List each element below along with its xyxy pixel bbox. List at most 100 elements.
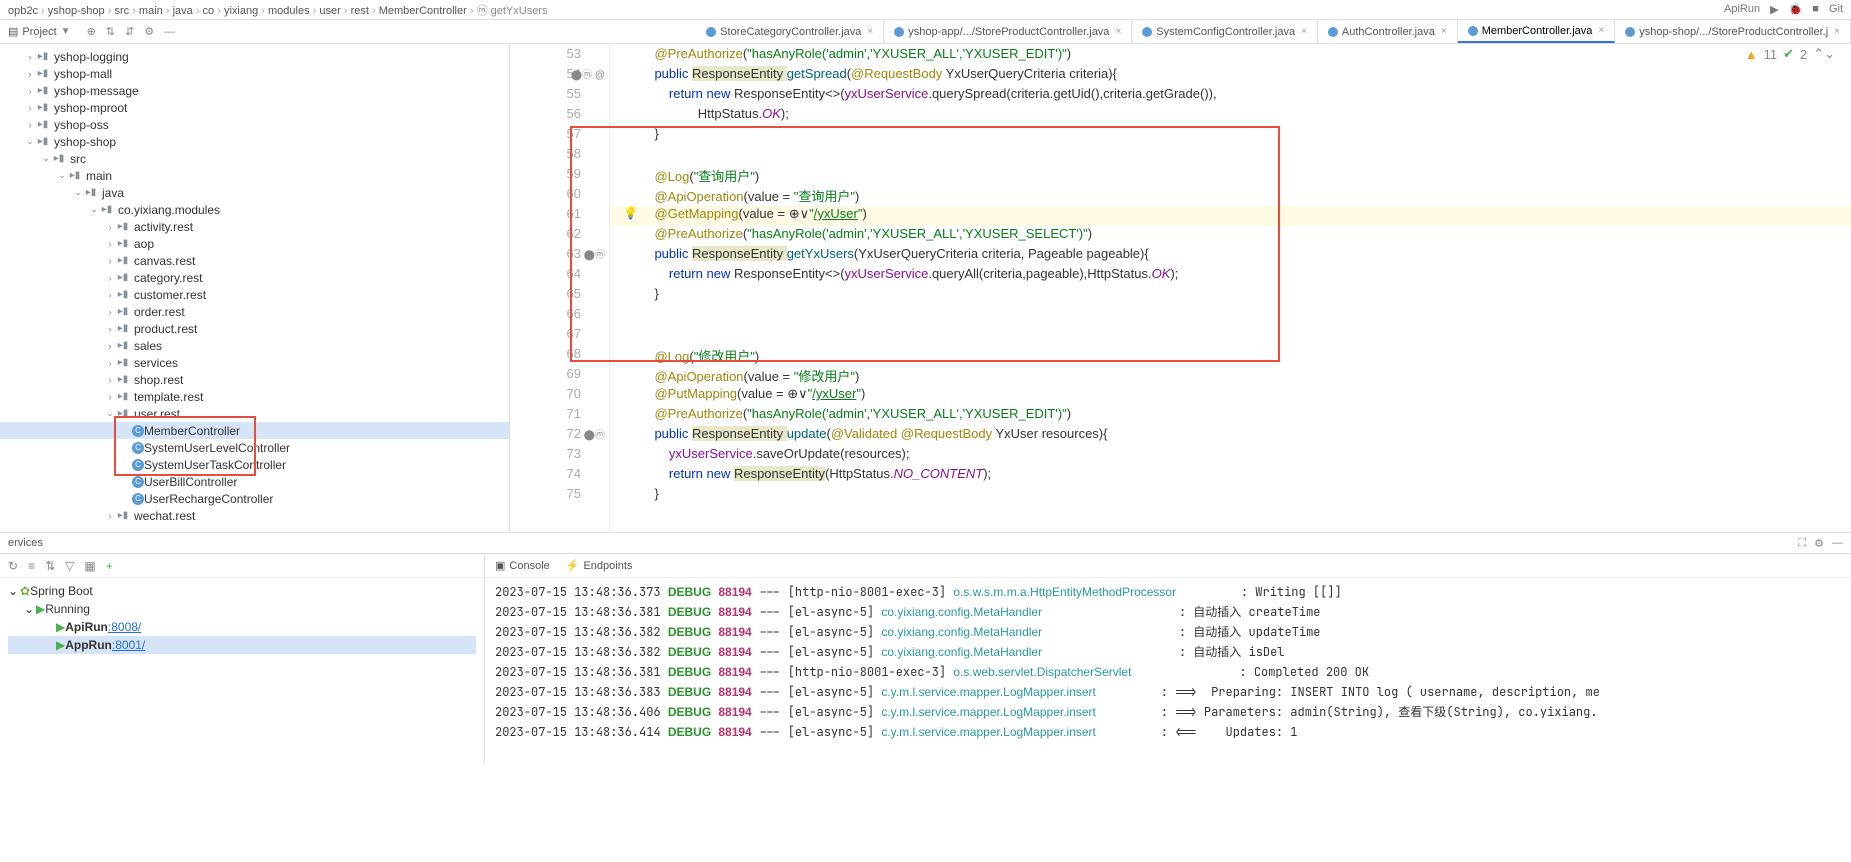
expand-icon[interactable]: › <box>104 222 116 232</box>
tree-item[interactable]: ›▸▮sales <box>0 337 509 354</box>
breadcrumb-item[interactable]: MemberController <box>379 5 467 17</box>
code-line[interactable]: @PreAuthorize("hasAnyRole('admin','YXUSE… <box>610 406 1851 426</box>
expand-icon[interactable]: ⌄ <box>24 136 36 147</box>
expand-icon[interactable]: › <box>104 290 116 300</box>
gutter-line[interactable]: 69 <box>510 366 609 386</box>
tree-item[interactable]: ⌄▸▮main <box>0 167 509 184</box>
expand-icon[interactable]: ⌄ <box>88 204 100 215</box>
play-icon[interactable]: ▶ <box>1770 3 1778 16</box>
code-line[interactable]: yxUserService.saveOrUpdate(resources); <box>610 446 1851 466</box>
tree-item[interactable]: ⌄▸▮java <box>0 184 509 201</box>
expand-icon[interactable]: › <box>24 120 36 130</box>
expand-icon[interactable]: ⌄ <box>56 170 68 181</box>
minimize-icon[interactable]: — <box>1832 537 1843 550</box>
tree-item[interactable]: ›▸▮yshop-oss <box>0 116 509 133</box>
gutter-line[interactable]: 67 <box>510 326 609 346</box>
gear-icon[interactable]: ⚙ <box>1814 537 1824 550</box>
gutter-line[interactable]: 61 <box>510 206 609 226</box>
gutter-line[interactable]: 54⬤ⓜ @ <box>510 66 609 86</box>
tree-item[interactable]: ⌄▸▮yshop-shop <box>0 133 509 150</box>
running-node[interactable]: ⌄▶ Running <box>8 600 476 618</box>
chevron-icon[interactable]: ⌃⌄ <box>1813 46 1835 62</box>
close-icon[interactable]: × <box>1301 26 1307 37</box>
code-line[interactable]: } <box>610 126 1851 146</box>
expand-icon[interactable]: › <box>104 307 116 317</box>
layout-icon[interactable]: ≡ <box>28 559 35 573</box>
rerun-icon[interactable]: ↻ <box>8 559 18 573</box>
code-line[interactable] <box>610 306 1851 326</box>
gutter-line[interactable]: 71 <box>510 406 609 426</box>
tree-item[interactable]: ›▸▮customer.rest <box>0 286 509 303</box>
run-port[interactable]: :8008/ <box>108 620 141 634</box>
gutter-line[interactable]: 60 <box>510 186 609 206</box>
expand-icon[interactable]: ⌄ <box>72 187 84 198</box>
tree-item[interactable]: ›▸▮services <box>0 354 509 371</box>
gutter-line[interactable]: 70 <box>510 386 609 406</box>
code-line[interactable]: @PreAuthorize("hasAnyRole('admin','YXUSE… <box>610 226 1851 246</box>
breadcrumb-item[interactable]: user <box>319 5 340 17</box>
grid-icon[interactable]: ▦ <box>84 559 95 573</box>
add-icon[interactable]: + <box>106 559 113 573</box>
gutter-line[interactable]: 63⬤ⓜ <box>510 246 609 266</box>
tree-item[interactable]: ›▸▮wechat.rest <box>0 507 509 524</box>
stop-icon[interactable]: ■ <box>1812 3 1819 16</box>
breadcrumb-item[interactable]: opb2c <box>8 5 38 17</box>
code-line[interactable] <box>610 326 1851 346</box>
code-line[interactable]: @ApiOperation(value = "修改用户") <box>610 366 1851 386</box>
editor[interactable]: 5354⬤ⓜ @555657585960616263⬤ⓜ646566676869… <box>510 44 1851 532</box>
run-config-label[interactable]: ApiRun <box>1724 3 1760 16</box>
code-line[interactable]: @Log("查询用户") <box>610 166 1851 186</box>
tree-item[interactable]: CUserBillController <box>0 473 509 490</box>
code-line[interactable]: return new ResponseEntity<>(yxUserServic… <box>610 266 1851 286</box>
tree-item[interactable]: ›▸▮order.rest <box>0 303 509 320</box>
expand-icon[interactable]: ⛶ <box>1798 537 1806 550</box>
breadcrumb-item[interactable]: co <box>203 5 215 17</box>
tree-item[interactable]: ⌄▸▮src <box>0 150 509 167</box>
expand-icon[interactable]: › <box>104 256 116 266</box>
gutter-line[interactable]: 59 <box>510 166 609 186</box>
file-tab[interactable]: MemberController.java× <box>1458 20 1616 43</box>
console-output[interactable]: 2023-07-15 13:48:36.373 DEBUG 88194 --- … <box>485 578 1851 764</box>
expand-icon[interactable]: › <box>104 324 116 334</box>
expand-icon[interactable]: › <box>104 392 116 402</box>
expand-icon[interactable]: › <box>104 511 116 521</box>
code-line[interactable] <box>610 146 1851 166</box>
project-tool-button[interactable]: ▤ Project ▼ <box>0 25 79 38</box>
tree-item[interactable]: CUserRechargeController <box>0 490 509 507</box>
file-tab[interactable]: SystemConfigController.java× <box>1132 20 1318 43</box>
tree-item[interactable]: CMemberController <box>0 422 509 439</box>
tree-item[interactable]: ›▸▮yshop-message <box>0 82 509 99</box>
breadcrumb-item[interactable]: yshop-shop <box>48 5 105 17</box>
file-tab[interactable]: AuthController.java× <box>1318 20 1458 43</box>
code-line[interactable]: @Log("修改用户") <box>610 346 1851 366</box>
ok-icon[interactable]: ✔ <box>1783 46 1794 62</box>
intention-bulb-icon[interactable]: 💡 <box>623 206 638 220</box>
expand-icon[interactable]: › <box>24 52 36 62</box>
gutter-line[interactable]: 57 <box>510 126 609 146</box>
springboot-node[interactable]: ⌄✿ Spring Boot <box>8 582 476 600</box>
gutter-line[interactable]: 75 <box>510 486 609 506</box>
expand-icon[interactable]: › <box>24 69 36 79</box>
file-tab[interactable]: StoreCategoryController.java× <box>696 20 884 43</box>
tree-item[interactable]: ›▸▮template.rest <box>0 388 509 405</box>
code-line[interactable]: @ApiOperation(value = "查询用户") <box>610 186 1851 206</box>
git-label[interactable]: Git <box>1829 3 1843 16</box>
tree-item[interactable]: ›▸▮yshop-logging <box>0 48 509 65</box>
run-config-item[interactable]: ▶ AppRun :8001/ <box>8 636 476 654</box>
console-tab[interactable]: ▣Console <box>495 559 550 572</box>
funnel-icon[interactable]: ▽ <box>65 559 74 573</box>
tree-item[interactable]: ›▸▮canvas.rest <box>0 252 509 269</box>
code-line[interactable]: public ResponseEntity update(@Validated … <box>610 426 1851 446</box>
gutter-line[interactable]: 58 <box>510 146 609 166</box>
code-line[interactable]: HttpStatus.OK); <box>610 106 1851 126</box>
tree-item[interactable]: ›▸▮yshop-mproot <box>0 99 509 116</box>
breadcrumb-item[interactable]: rest <box>351 5 369 17</box>
expand-icon[interactable]: ⌄ <box>104 408 116 419</box>
gutter-line[interactable]: 66 <box>510 306 609 326</box>
breadcrumb-item[interactable]: src <box>114 5 129 17</box>
services-label[interactable]: ervices <box>8 537 43 549</box>
gutter-line[interactable]: 65 <box>510 286 609 306</box>
code-line[interactable]: return new ResponseEntity<>(yxUserServic… <box>610 86 1851 106</box>
code-line[interactable]: 💡 @GetMapping(value = ⊕∨"/yxUser") <box>610 206 1851 226</box>
breadcrumb-item[interactable]: java <box>173 5 193 17</box>
